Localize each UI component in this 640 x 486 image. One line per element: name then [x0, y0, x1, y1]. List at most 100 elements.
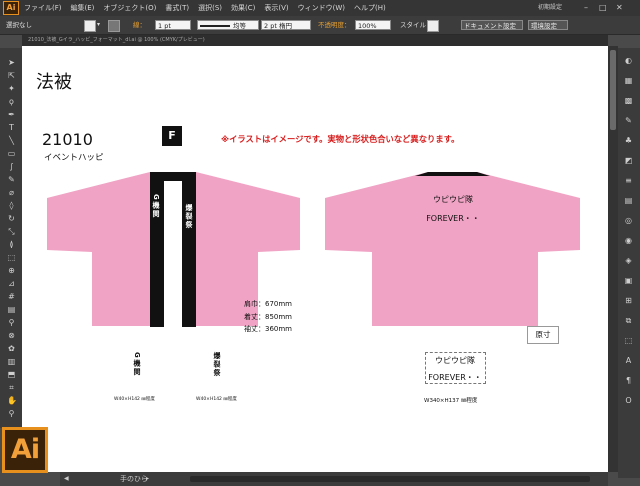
back-collar	[415, 172, 490, 176]
type-tool-icon[interactable]: T	[7, 123, 16, 132]
fill-swatch[interactable]	[84, 20, 96, 32]
pathfinder-icon[interactable]: ⧉	[623, 316, 634, 325]
scale-tool-icon[interactable]: ⤡	[7, 227, 16, 236]
artboards-icon[interactable]: ▣	[623, 276, 634, 285]
fill-dropdown-icon[interactable]: ▾	[97, 20, 100, 30]
scrollbar-thumb[interactable]	[610, 50, 616, 130]
zoom-tool-icon[interactable]: ⚲	[7, 409, 16, 418]
eyedropper-icon[interactable]: ⚲	[7, 318, 16, 327]
back-detail-line2: FOREVER・・	[428, 373, 482, 382]
menu-effect[interactable]: 効果(C)	[231, 3, 255, 13]
opacity-field[interactable]: 100%	[355, 20, 391, 30]
close-button[interactable]: ✕	[616, 3, 623, 13]
status-menu-icon[interactable]: ▸	[146, 472, 149, 486]
stroke-weight-field[interactable]: 1 pt	[155, 20, 191, 30]
magic-wand-icon[interactable]: ✦	[7, 84, 16, 93]
dimension-length: 着丈：850mm	[244, 312, 292, 321]
swatches-icon[interactable]: ▩	[623, 96, 634, 105]
menu-window[interactable]: ウィンドウ(W)	[298, 3, 345, 13]
line-tool-icon[interactable]: ╲	[7, 136, 16, 145]
variable-width-profile[interactable]: 均等	[197, 20, 259, 30]
graphic-styles-icon[interactable]: ◩	[623, 156, 634, 165]
hand-tool-icon[interactable]: ✋	[7, 396, 17, 405]
actual-size-label: 原寸	[527, 326, 559, 344]
menu-help[interactable]: ヘルプ(H)	[354, 3, 386, 13]
menu-type[interactable]: 書式(T)	[165, 3, 189, 13]
gradient-panel-icon[interactable]: ▤	[623, 196, 634, 205]
product-code: 21010	[42, 130, 93, 149]
pen-tool-icon[interactable]: ✒	[7, 110, 16, 119]
mesh-tool-icon[interactable]: #	[7, 292, 16, 301]
gradient-tool-icon[interactable]: ▤	[7, 305, 16, 314]
brush-definition[interactable]: 2 pt 楕円	[261, 20, 311, 30]
perspective-grid-icon[interactable]: ⊿	[7, 279, 16, 288]
menu-object[interactable]: オブジェクト(O)	[103, 3, 156, 13]
image-notice: ※イラストはイメージです。実物と形状色合いなど異なります。	[221, 134, 460, 144]
character-icon[interactable]: A	[623, 356, 634, 365]
color-panel-icon[interactable]: ◐	[623, 56, 634, 65]
selection-status: 選択なし	[6, 21, 32, 29]
selection-tool-icon[interactable]: ➤	[7, 58, 16, 67]
paragraph-icon[interactable]: ¶	[623, 376, 634, 385]
artboard-tool-icon[interactable]: ⬒	[7, 370, 16, 379]
front-collar-back	[150, 172, 196, 181]
free-transform-icon[interactable]: ⬚	[7, 253, 16, 262]
brushes-icon[interactable]: ✎	[623, 116, 634, 125]
document-title: 法被	[36, 72, 72, 93]
transparency-icon[interactable]: ◎	[623, 216, 634, 225]
illustrator-logo-icon: Ai	[3, 1, 19, 15]
back-print-line2: FOREVER・・	[426, 214, 480, 223]
eraser-icon[interactable]: ◊	[7, 201, 16, 210]
paintbrush-icon[interactable]: ∫	[7, 162, 16, 171]
stroke-swatch[interactable]	[108, 20, 120, 32]
align-icon[interactable]: ⊞	[623, 296, 634, 305]
profile-label: 均等	[233, 22, 246, 30]
artboard-canvas[interactable]: 法被 21010 イベントハッピ F ※イラストはイメージです。実物と形状色合い…	[22, 46, 608, 472]
workspace-switcher[interactable]: 初期設定	[538, 3, 562, 13]
pencil-icon[interactable]: ✎	[7, 175, 16, 184]
menu-edit[interactable]: 編集(E)	[71, 3, 95, 13]
symbol-sprayer-icon[interactable]: ✿	[7, 344, 16, 353]
document-tab[interactable]: 21010_法被_Gイラ_ハッピ_フォーマット_dl.ai @ 100% (CM…	[22, 35, 608, 46]
opacity-label: 不透明度：	[318, 21, 351, 29]
direct-selection-tool-icon[interactable]: ⇱	[7, 71, 16, 80]
slice-tool-icon[interactable]: ⌗	[7, 383, 16, 392]
panel-dock: ◐ ▦ ▩ ✎ ♣ ◩ ≡ ▤ ◎ ◉ ◈ ▣ ⊞ ⧉ ⬚ A ¶ O	[618, 48, 640, 478]
happi-illustrations	[47, 172, 580, 327]
appearance-icon[interactable]: ◉	[623, 236, 634, 245]
preferences-button[interactable]: 環境設定	[528, 20, 568, 30]
minimize-button[interactable]: –	[584, 3, 588, 13]
blend-tool-icon[interactable]: ⊗	[7, 331, 16, 340]
symbols-icon[interactable]: ♣	[623, 136, 634, 145]
maximize-button[interactable]: □	[599, 3, 607, 13]
back-detail-line1: ウピウピ隊	[435, 356, 475, 365]
front-badge: F	[162, 126, 182, 146]
front-collar-left-text: G機関	[152, 194, 160, 219]
rotate-tool-icon[interactable]: ↻	[7, 214, 16, 223]
color-guide-icon[interactable]: ▦	[623, 76, 634, 85]
lasso-icon[interactable]: ϙ	[7, 97, 16, 106]
width-tool-icon[interactable]: ≬	[7, 240, 16, 249]
graph-tool-icon[interactable]: ▥	[7, 357, 16, 366]
dimensions-block: 肩巾：670mm 着丈：850mm 袖丈：360mm	[244, 298, 292, 336]
layers-icon[interactable]: ◈	[623, 256, 634, 265]
shape-builder-icon[interactable]: ⊕	[7, 266, 16, 275]
back-detail-size: W340×H137 ㎜程度	[424, 398, 478, 404]
rectangle-tool-icon[interactable]: ▭	[7, 149, 16, 158]
opentype-icon[interactable]: O	[623, 396, 634, 405]
detail-left-size: W40×H142 ㎜程度	[114, 397, 155, 402]
document-setup-button[interactable]: ドキュメント設定	[461, 20, 523, 30]
graphic-style-swatch[interactable]	[427, 20, 439, 32]
product-name: イベントハッピ	[44, 153, 104, 163]
blob-brush-icon[interactable]: ⌀	[7, 188, 16, 197]
vertical-scrollbar[interactable]	[608, 46, 618, 472]
detail-right-size: W40×H142 ㎜程度	[196, 397, 237, 402]
transform-icon[interactable]: ⬚	[623, 336, 634, 345]
status-bar: ◀ 手のひら ▸	[60, 472, 608, 486]
menu-view[interactable]: 表示(V)	[264, 3, 288, 13]
stroke-panel-icon[interactable]: ≡	[623, 176, 634, 185]
nav-first-icon[interactable]: ◀	[64, 472, 69, 486]
menu-file[interactable]: ファイル(F)	[24, 3, 62, 13]
menu-select[interactable]: 選択(S)	[198, 3, 222, 13]
horizontal-scrollbar[interactable]	[190, 476, 590, 482]
